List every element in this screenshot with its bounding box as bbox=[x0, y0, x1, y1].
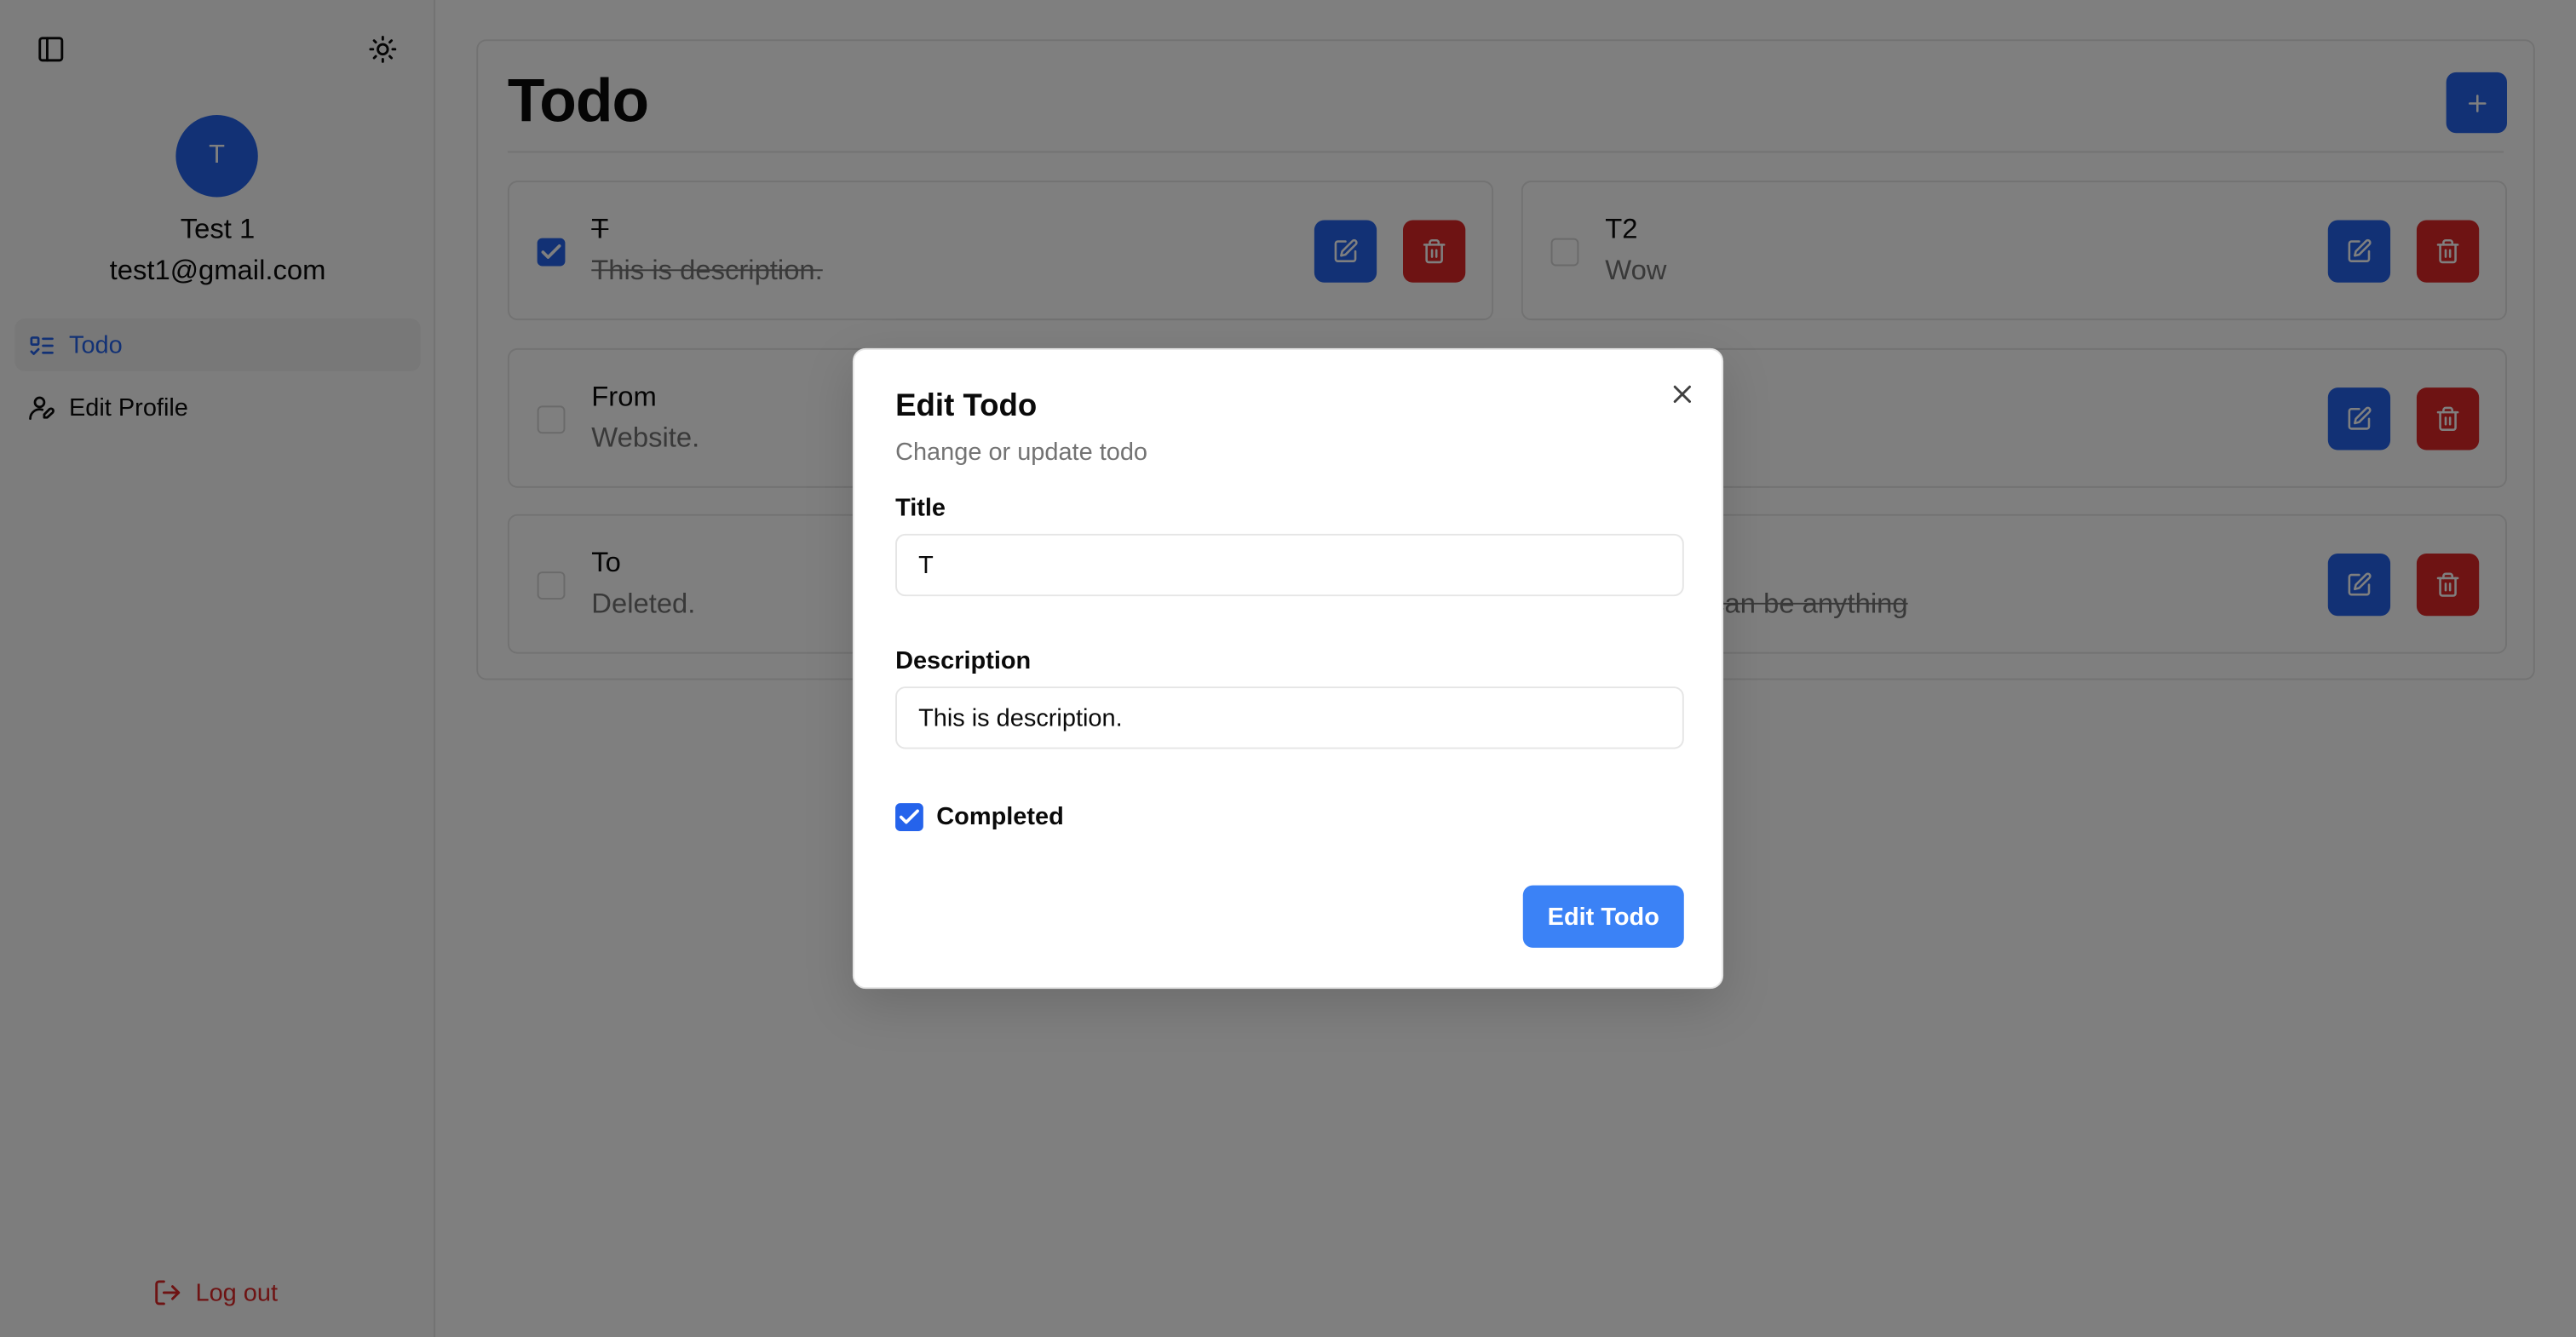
dialog-title: Edit Todo bbox=[895, 389, 1038, 424]
dialog-subtitle: Change or update todo bbox=[895, 438, 1148, 467]
description-field[interactable] bbox=[895, 686, 1684, 749]
completed-label[interactable]: Completed bbox=[936, 803, 1063, 831]
description-field-label: Description bbox=[895, 646, 1032, 675]
edit-todo-dialog: Edit Todo Change or update todo Title De… bbox=[852, 347, 1724, 990]
close-icon[interactable] bbox=[1667, 380, 1697, 410]
completed-checkbox[interactable] bbox=[895, 803, 923, 831]
check-icon bbox=[900, 809, 919, 824]
edit-todo-submit-button[interactable]: Edit Todo bbox=[1522, 885, 1684, 948]
title-field[interactable] bbox=[895, 533, 1684, 597]
completed-row: Completed bbox=[895, 803, 1064, 831]
modal-layer: Edit Todo Change or update todo Title De… bbox=[0, 0, 2576, 1337]
title-field-label: Title bbox=[895, 494, 946, 523]
